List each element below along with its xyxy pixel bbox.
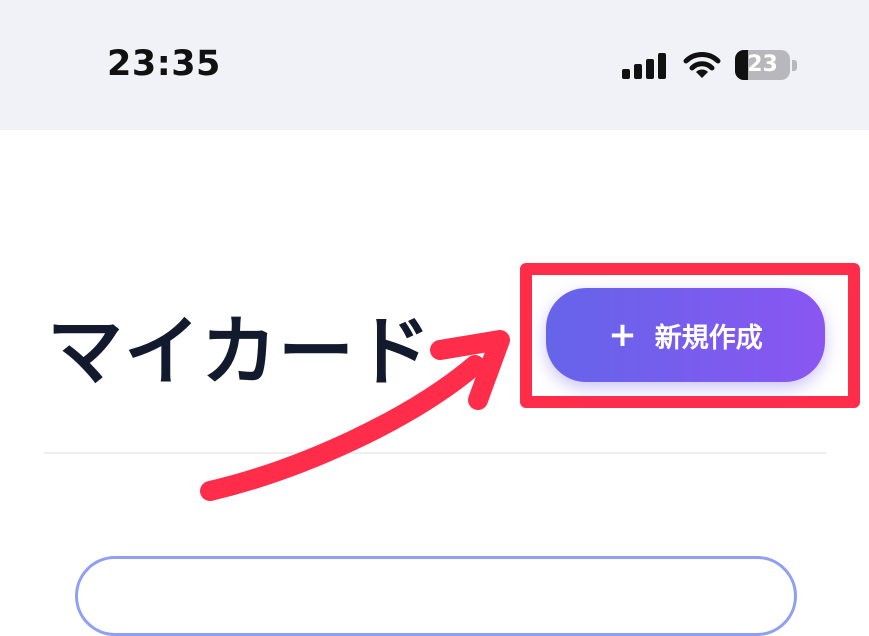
status-bar: 23:35 23	[0, 0, 869, 130]
card-list-item[interactable]	[75, 556, 797, 636]
battery-level: 23	[747, 52, 778, 77]
page-title: マイカード	[47, 307, 432, 396]
status-time: 23:35	[107, 44, 221, 84]
plus-icon: +	[608, 315, 637, 355]
battery-cap	[792, 60, 797, 71]
battery-icon: 23	[735, 50, 790, 80]
signal-icon	[622, 53, 666, 79]
new-card-button-label: 新規作成	[654, 322, 763, 354]
divider	[44, 452, 826, 454]
new-card-button[interactable]: + 新規作成	[546, 288, 825, 382]
wifi-icon	[683, 52, 721, 78]
